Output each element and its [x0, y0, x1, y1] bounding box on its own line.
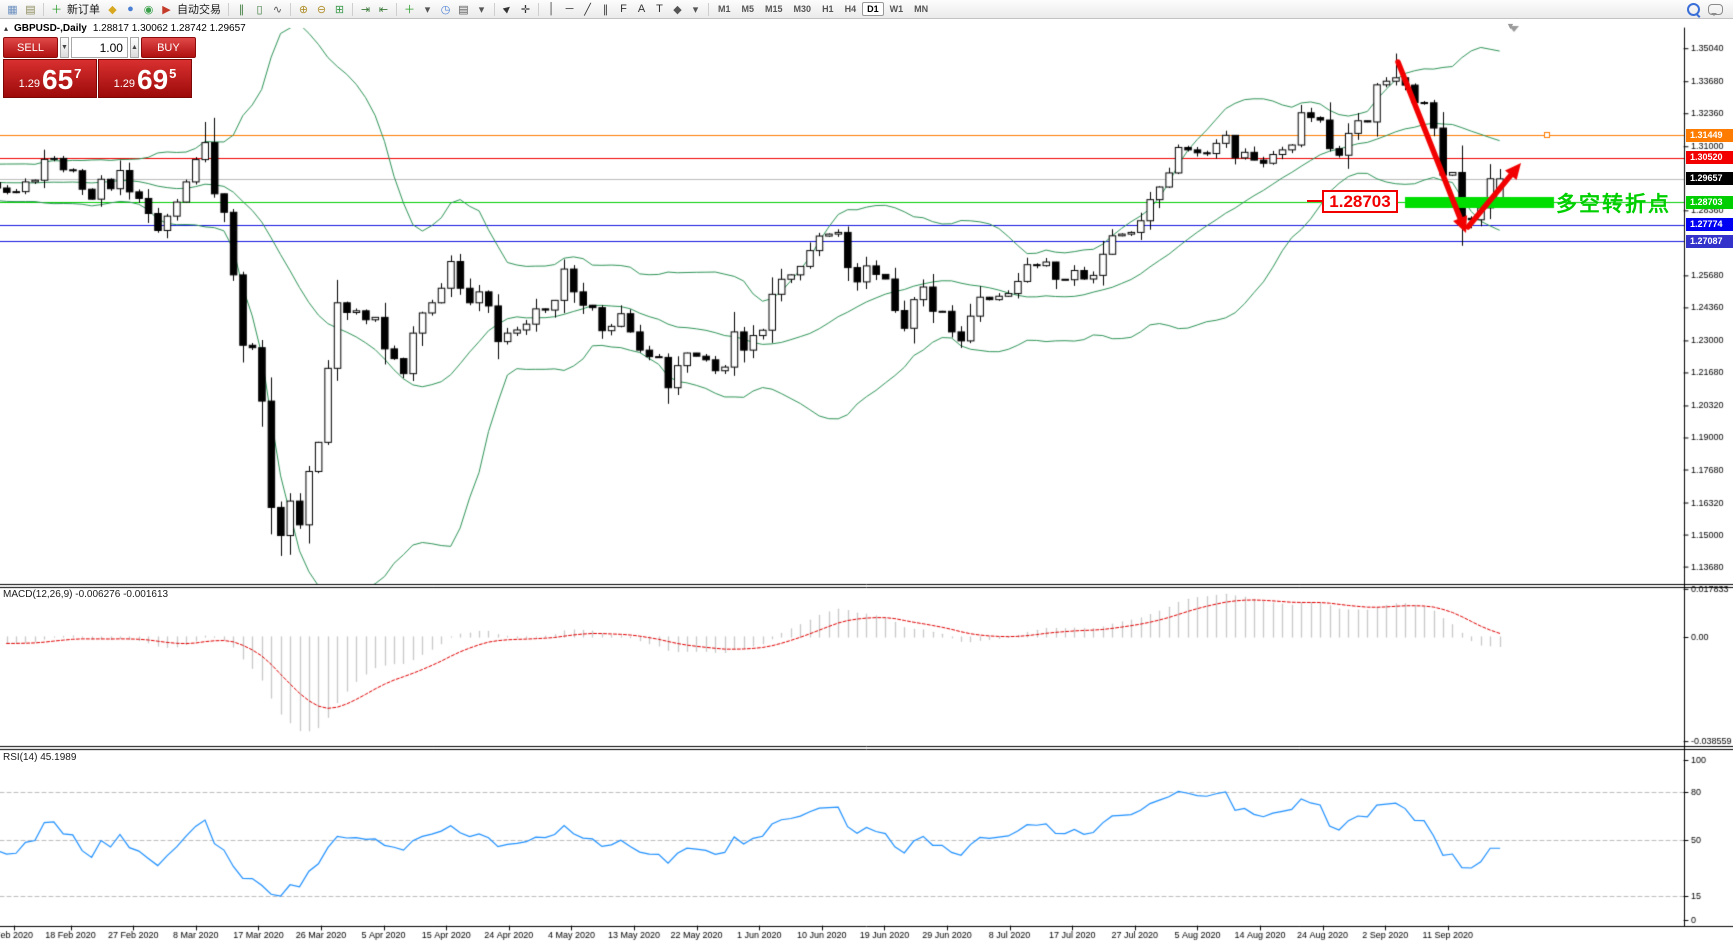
timeframe-m30[interactable]: M30 — [789, 2, 817, 16]
community-icon[interactable]: ● — [122, 1, 139, 17]
channel-icon[interactable]: ∥ — [597, 1, 614, 17]
price-badge-1.28703: 1.28703 — [1686, 196, 1733, 209]
timeframe-h1[interactable]: H1 — [817, 2, 839, 16]
sell-price-big: 65 — [42, 67, 73, 93]
ohlc-values: 1.28817 1.30062 1.28742 1.29657 — [93, 23, 246, 34]
signals-icon[interactable]: ◉ — [140, 1, 157, 17]
metaeditor-icon[interactable]: ◆ — [104, 1, 121, 17]
volume-input[interactable] — [71, 37, 128, 58]
timeframe-m5[interactable]: M5 — [737, 2, 760, 16]
price-badge-1.29657: 1.29657 — [1686, 172, 1733, 185]
volume-increase-button[interactable]: ▲ — [130, 37, 139, 58]
shapes-icon[interactable]: ◆ — [669, 1, 686, 17]
toolbar-separator — [708, 3, 709, 16]
chart-shift-icon[interactable]: ⇤ — [375, 1, 392, 17]
search-icon[interactable] — [1687, 3, 1700, 16]
toolbar-separator — [290, 3, 291, 16]
window-icon[interactable]: ▦ — [4, 1, 21, 17]
zoom-in-icon[interactable]: ⊕ — [295, 1, 312, 17]
rsi-label: RSI(14) 45.1989 — [3, 752, 76, 763]
toolbar-separator — [494, 3, 495, 16]
buy-price-prefix: 1.29 — [114, 78, 135, 90]
candle-chart-icon[interactable]: ▯ — [251, 1, 268, 17]
toolbar-separator — [352, 3, 353, 16]
indicators-caret-icon[interactable]: ▾ — [419, 1, 436, 17]
callout-dash — [1307, 200, 1322, 202]
tile-windows-icon[interactable]: ⊞ — [331, 1, 348, 17]
autotrading-icon[interactable]: ▶ — [158, 1, 175, 17]
timeframe-mn[interactable]: MN — [909, 2, 933, 16]
zoom-out-icon[interactable]: ⊖ — [313, 1, 330, 17]
fibonacci-icon[interactable]: F — [615, 1, 632, 17]
sell-price-box[interactable]: 1.29 65 7 — [3, 59, 97, 98]
templates-icon[interactable]: ▤ — [455, 1, 472, 17]
toolbar-separator — [43, 3, 44, 16]
label-icon[interactable]: T — [651, 1, 668, 17]
vertical-line-icon[interactable]: │ — [543, 1, 560, 17]
toolbar-separator — [228, 3, 229, 16]
buy-price-sup: 5 — [169, 66, 176, 81]
chart-shift-marker[interactable]: ▼ — [1506, 21, 1515, 31]
buy-price-box[interactable]: 1.29 69 5 — [98, 59, 192, 98]
horizontal-line-icon[interactable]: ─ — [561, 1, 578, 17]
periods-icon[interactable]: ◷ — [437, 1, 454, 17]
chart-canvas[interactable] — [0, 19, 1733, 941]
buy-price-big: 69 — [137, 67, 168, 93]
cursor-icon[interactable]: ► — [499, 1, 516, 17]
autotrading-label[interactable]: 自动交易 — [177, 1, 221, 17]
toolbar-separator — [538, 3, 539, 16]
bar-chart-icon[interactable]: ∥ — [233, 1, 250, 17]
shapes-caret-icon[interactable]: ▾ — [687, 1, 704, 17]
chat-icon[interactable] — [1708, 4, 1723, 15]
price-badge-1.27087: 1.27087 — [1686, 235, 1733, 248]
line-chart-icon[interactable]: ∿ — [269, 1, 286, 17]
crosshair-icon[interactable]: ✛ — [517, 1, 534, 17]
price-badge-1.30520: 1.30520 — [1686, 151, 1733, 164]
candle-mini-icon: ▴ — [4, 24, 8, 33]
sell-price-sup: 7 — [74, 66, 81, 81]
macd-label: MACD(12,26,9) -0.006276 -0.001613 — [3, 589, 168, 600]
mt4-window: ▦▤＋新订单◆●◉▶自动交易∥▯∿⊕⊖⊞⇥⇤＋▾◷▤▾►✛│─╱∥FAT◆▾ M… — [0, 0, 1733, 941]
price-callout-box[interactable]: 1.28703 — [1322, 190, 1398, 213]
buy-button[interactable]: BUY — [141, 37, 196, 58]
symbol-name: GBPUSD-,Daily — [14, 23, 87, 34]
timeframe-d1[interactable]: D1 — [862, 2, 884, 16]
one-click-trade-panel: SELL ▼ ▲ BUY 1.29 65 7 1.29 69 5 — [3, 37, 194, 98]
autoscroll-icon[interactable]: ⇥ — [357, 1, 374, 17]
templates-caret-icon[interactable]: ▾ — [473, 1, 490, 17]
indicators-icon[interactable]: ＋ — [401, 1, 418, 17]
text-icon[interactable]: A — [633, 1, 650, 17]
price-badge-1.27774: 1.27774 — [1686, 218, 1733, 231]
new-order-label[interactable]: 新订单 — [67, 1, 100, 17]
sell-button[interactable]: SELL — [3, 37, 58, 58]
timeframe-m15[interactable]: M15 — [760, 2, 788, 16]
volume-decrease-button[interactable]: ▼ — [60, 37, 69, 58]
price-badge-1.31449: 1.31449 — [1686, 129, 1733, 142]
chart-profile-icon[interactable]: ▤ — [22, 1, 39, 17]
timeframe-h4[interactable]: H4 — [840, 2, 862, 16]
new-order-icon[interactable]: ＋ — [48, 1, 65, 17]
turning-point-text[interactable]: 多空转折点 — [1556, 188, 1671, 218]
symbol-ohlc-bar: ▴ GBPUSD-,Daily 1.28817 1.30062 1.28742 … — [4, 23, 246, 34]
sell-price-prefix: 1.29 — [19, 78, 40, 90]
toolbar-separator — [396, 3, 397, 16]
timeframe-m1[interactable]: M1 — [713, 2, 736, 16]
trendline-icon[interactable]: ╱ — [579, 1, 596, 17]
toolbar: ▦▤＋新订单◆●◉▶自动交易∥▯∿⊕⊖⊞⇥⇤＋▾◷▤▾►✛│─╱∥FAT◆▾ M… — [0, 0, 1733, 19]
timeframe-w1[interactable]: W1 — [885, 2, 909, 16]
